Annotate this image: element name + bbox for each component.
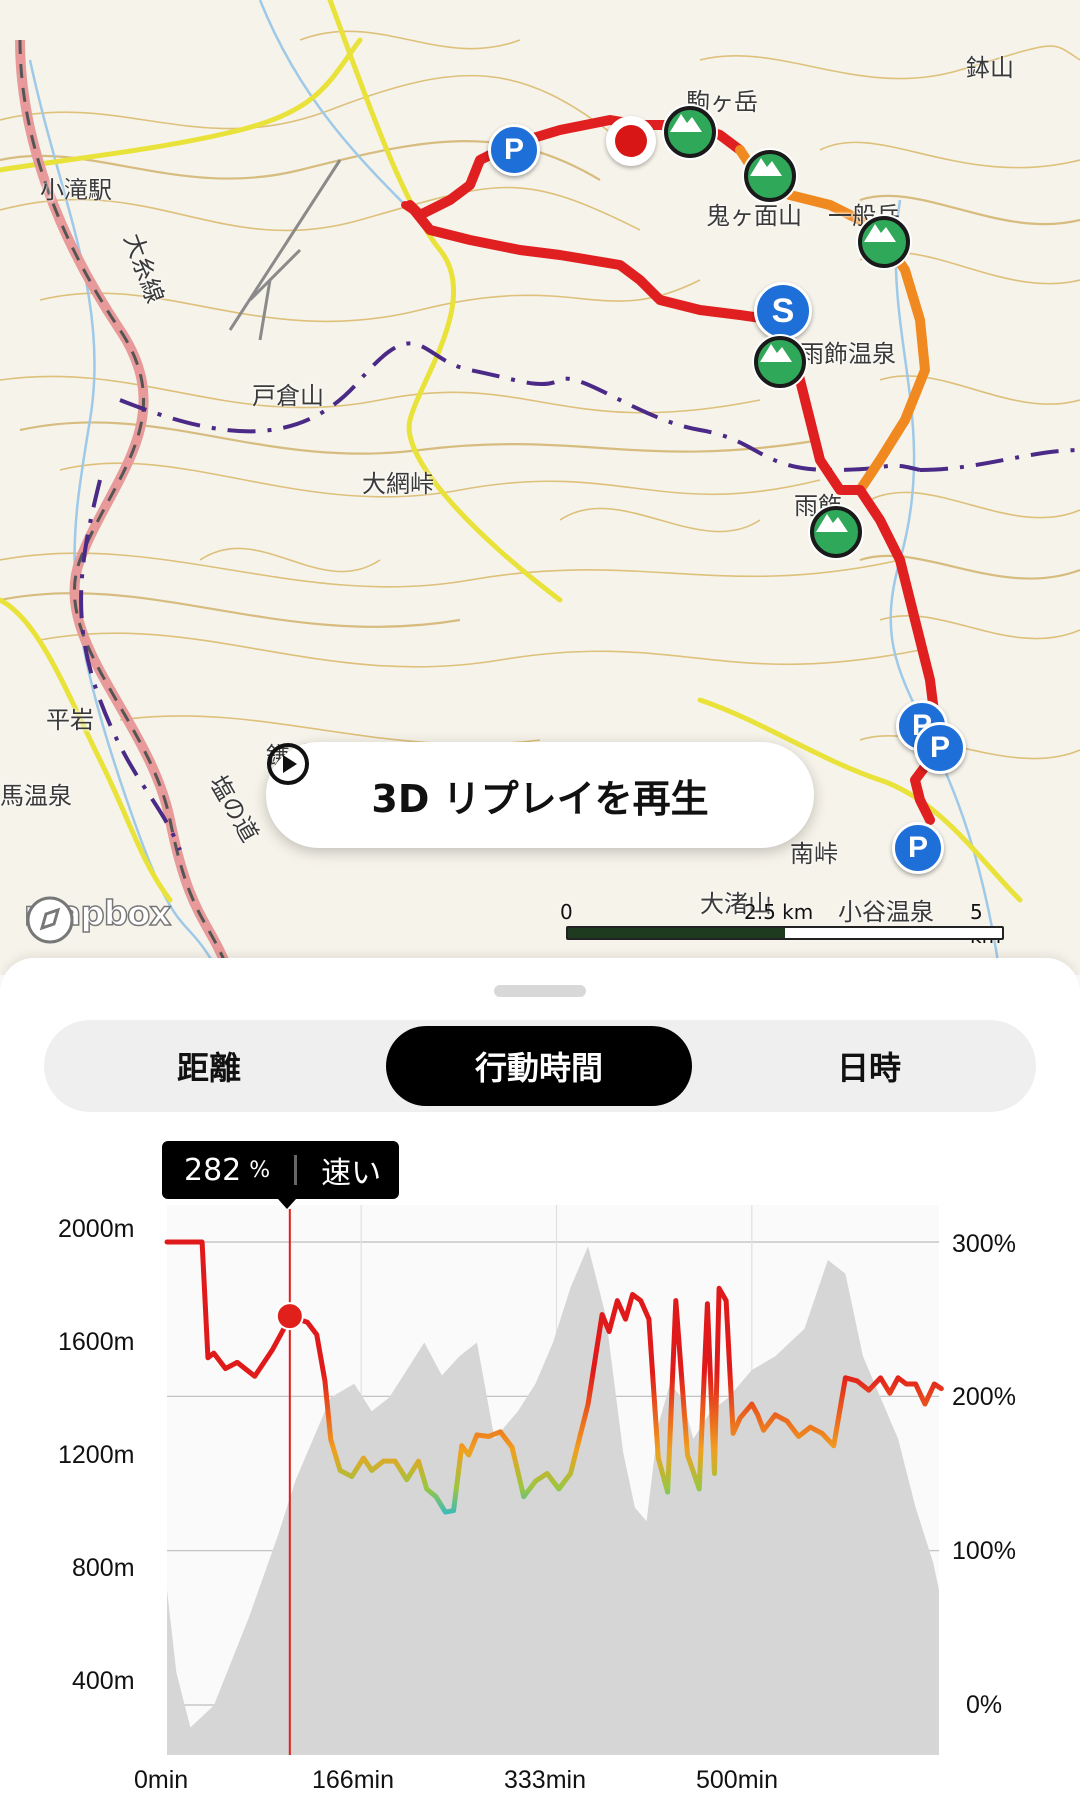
map-label-hachiyama: 鉢山 — [966, 54, 1014, 82]
map-label-otsunatoge: 大網峠 — [362, 470, 434, 498]
mountain-peak-icon[interactable] — [744, 150, 796, 202]
play-icon — [267, 743, 309, 785]
mapbox-attribution[interactable]: mapbox — [23, 893, 172, 944]
map-view[interactable]: 駒ヶ岳 鬼ヶ面山 一般岳 鉢山 雨飾温泉 戸倉山 大網峠 小滝駅 雨飾 大糸線 … — [0, 0, 1080, 975]
scale-tick: 2.5 km — [744, 900, 814, 924]
pace-tooltip: 282 % 速い — [162, 1141, 400, 1199]
scale-tick: 5 km — [970, 900, 1001, 948]
map-label-amakazari-onsen: 雨飾温泉 — [800, 340, 896, 368]
map-label-hiraiwa: 平岩 — [46, 706, 94, 734]
play-3d-replay-label: 3D リプレイを再生 — [371, 776, 709, 821]
mountain-peak-icon[interactable] — [810, 506, 862, 558]
mapbox-logo-icon — [26, 896, 74, 944]
map-label-nanba: 南峠 — [790, 840, 838, 868]
tab-moving-time[interactable]: 行動時間 — [386, 1026, 692, 1106]
tooltip-pace-status: 速い — [321, 1156, 382, 1191]
y-right-tick-label: 200% — [952, 1383, 1016, 1411]
y-left-tick-label: 800m — [72, 1554, 135, 1582]
scale-tick: 0 — [560, 900, 573, 924]
map-label-onigamen: 鬼ヶ面山 — [706, 202, 802, 230]
tooltip-pointer — [278, 1199, 296, 1209]
y-left-tick-label: 2000m — [58, 1215, 135, 1243]
tooltip-pace-unit: % — [249, 1157, 271, 1183]
tab-datetime-label: 日時 — [836, 1049, 901, 1087]
chart-cursor-point — [275, 1302, 304, 1331]
play-3d-replay-button[interactable]: 3D リプレイを再生 — [266, 742, 814, 848]
tab-datetime[interactable]: 日時 — [716, 1026, 1022, 1106]
x-axis-mode-tabs: 距離 行動時間 日時 — [44, 1020, 1036, 1112]
map-label-uma-onsen: 馬温泉 — [0, 782, 72, 810]
y-left-tick-label: 1200m — [58, 1441, 135, 1469]
tab-distance[interactable]: 距離 — [56, 1026, 362, 1106]
x-tick-label: 500min — [696, 1766, 778, 1794]
current-position-icon — [606, 116, 656, 166]
map-label-todakurayama: 戸倉山 — [252, 382, 324, 410]
parking-icon[interactable]: P — [914, 722, 966, 774]
y-left-tick-label: 400m — [72, 1667, 135, 1695]
mountain-peak-icon[interactable] — [858, 216, 910, 268]
x-tick-label: 166min — [312, 1766, 394, 1794]
tooltip-pace-value: 282 — [184, 1152, 242, 1188]
parking-icon[interactable]: P — [892, 822, 944, 874]
parking-icon[interactable]: P — [488, 124, 540, 176]
map-label-otari-station: 小滝駅 — [40, 176, 112, 204]
x-tick-label: 333min — [504, 1766, 586, 1794]
tooltip-divider — [294, 1155, 298, 1185]
scale-bar-graphic — [566, 926, 1004, 940]
elevation-pace-chart[interactable] — [0, 1135, 1080, 1806]
x-tick-label: 0min — [134, 1766, 189, 1794]
tab-moving-time-label: 行動時間 — [474, 1049, 603, 1087]
tab-distance-label: 距離 — [176, 1049, 241, 1087]
y-left-tick-label: 1600m — [58, 1328, 135, 1356]
y-right-tick-label: 0% — [966, 1691, 1003, 1719]
y-right-tick-label: 300% — [952, 1230, 1016, 1258]
mountain-peak-icon[interactable] — [664, 106, 716, 158]
mountain-peak-icon[interactable] — [754, 336, 806, 388]
y-right-tick-label: 100% — [952, 1537, 1016, 1565]
start-marker-icon[interactable]: S — [754, 282, 812, 340]
sheet-drag-handle[interactable] — [494, 985, 586, 997]
map-scale-bar: 0 2.5 km 5 km — [560, 900, 1004, 948]
